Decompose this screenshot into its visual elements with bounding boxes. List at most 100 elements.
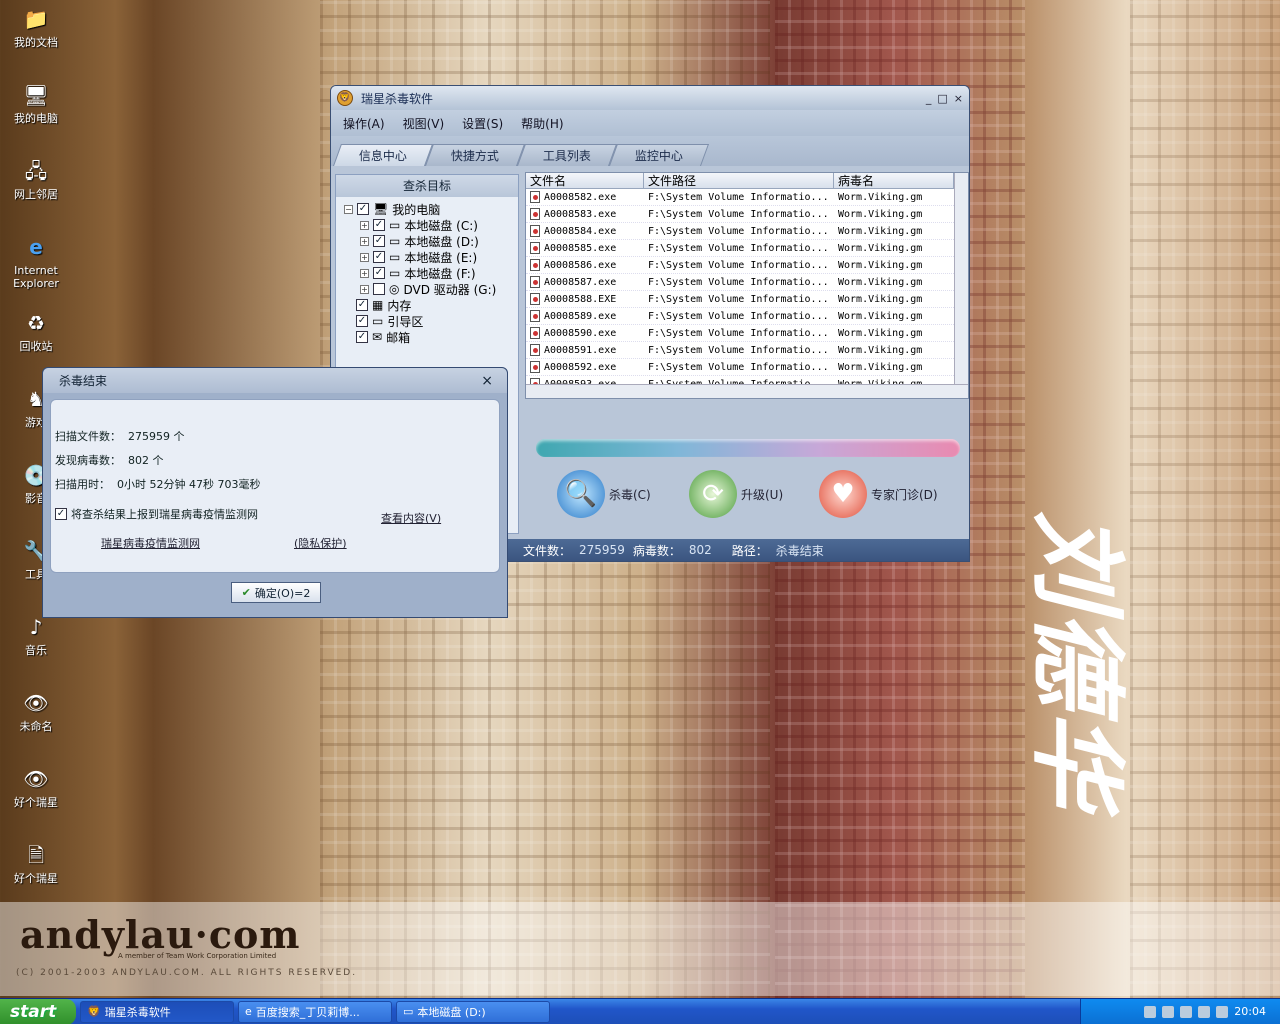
table-row[interactable]: A0008589.exe F:\System Volume Informatio.…	[526, 308, 968, 325]
table-row[interactable]: A0008588.EXE F:\System Volume Informatio.…	[526, 291, 968, 308]
dialog-title: 杀毒结束	[59, 374, 108, 388]
heart-hand-icon: ♥	[819, 470, 867, 518]
wallpaper-vertical-text: 刘德华	[1020, 510, 1133, 810]
menu-view[interactable]: 视图(V)	[403, 115, 445, 132]
dvd-icon: ◎	[389, 282, 400, 296]
expert-clinic-button[interactable]: ♥ 专家门诊(D)	[819, 470, 938, 518]
infected-file-icon	[530, 293, 540, 305]
desktop-icon-untitled[interactable]: 👁 未命名	[4, 688, 68, 734]
upgrade-button[interactable]: ⟳ 升级(U)	[689, 470, 783, 518]
desktop-icon-rising-2[interactable]: 🗎 好个瑞星	[4, 840, 68, 886]
taskbar-item-explorer[interactable]: ▭ 本地磁盘 (D:)	[396, 1000, 550, 1023]
taskbar-item-antivirus[interactable]: 🦁 瑞星杀毒软件	[80, 1000, 234, 1023]
table-row[interactable]: A0008590.exe F:\System Volume Informatio.…	[526, 325, 968, 342]
tree-node[interactable]: − ✓ 🖥 我的电脑	[344, 201, 518, 217]
checkbox[interactable]	[373, 283, 385, 295]
tray-network-icon[interactable]	[1144, 1005, 1157, 1018]
scan-button[interactable]: 🔍 杀毒(C)	[557, 470, 651, 518]
scan-path: 杀毒结束	[775, 543, 824, 558]
minimize-button[interactable]: _	[926, 92, 932, 105]
tree-node[interactable]: ✓ ✉ 邮箱	[344, 329, 518, 345]
scan-progress-bar	[536, 439, 960, 457]
column-header-virus[interactable]: 病毒名	[834, 173, 954, 188]
wallpaper-member-text: A member of Team Work Corporation Limite…	[118, 952, 277, 960]
table-row[interactable]: A0008585.exe F:\System Volume Informatio.…	[526, 240, 968, 257]
dialog-close-button[interactable]: ×	[481, 373, 493, 389]
desktop-icon-rising-1[interactable]: 👁 好个瑞星	[4, 764, 68, 810]
expand-icon[interactable]: +	[360, 284, 369, 294]
close-button[interactable]: ×	[954, 92, 963, 105]
view-content-link[interactable]: 查看内容(V)	[381, 510, 441, 526]
expand-icon[interactable]: +	[360, 252, 369, 262]
vertical-scrollbar[interactable]	[954, 173, 968, 385]
taskbar-item-browser[interactable]: e 百度搜索_丁贝莉博...	[238, 1000, 392, 1023]
tree-node[interactable]: ✓ ▭ 引导区	[344, 313, 518, 329]
menu-operation[interactable]: 操作(A)	[343, 115, 385, 132]
eye-bmp-icon: 👁	[23, 690, 49, 715]
dialog-titlebar[interactable]: 杀毒结束 ×	[43, 368, 507, 393]
infected-file-icon	[530, 208, 540, 220]
report-checkbox-row[interactable]: ✓ 将查杀结果上报到瑞星病毒疫情监测网	[55, 506, 258, 522]
column-header-path[interactable]: 文件路径	[644, 173, 834, 188]
menu-help[interactable]: 帮助(H)	[521, 115, 563, 132]
table-row[interactable]: A0008583.exe F:\System Volume Informatio.…	[526, 206, 968, 223]
infected-file-icon	[530, 344, 540, 356]
tray-qq-icon[interactable]	[1162, 1005, 1175, 1018]
scan-target-tree: − ✓ 🖥 我的电脑 + ✓ ▭ 本地磁盘 (C:) + ✓ ▭ 本地磁盘 (D:) + ✓ ▭ 本地磁…	[336, 197, 518, 345]
maximize-button[interactable]: □	[937, 92, 947, 105]
taskbar: start 🦁 瑞星杀毒软件 e 百度搜索_丁贝莉博... ▭ 本地磁盘 (D:) 2…	[0, 998, 1280, 1024]
checkbox[interactable]: ✓	[356, 299, 368, 311]
table-row[interactable]: A0008582.exe F:\System Volume Informatio.…	[526, 189, 968, 206]
checkmark-icon: ✔	[241, 586, 251, 599]
collapse-icon[interactable]: −	[344, 204, 353, 214]
table-row[interactable]: A0008586.exe F:\System Volume Informatio.…	[526, 257, 968, 274]
desktop-icon-ie[interactable]: e Internet Explorer	[4, 232, 68, 291]
table-row[interactable]: A0008591.exe F:\System Volume Informatio.…	[526, 342, 968, 359]
tree-node[interactable]: + ✓ ▭ 本地磁盘 (D:)	[344, 233, 518, 249]
window-titlebar[interactable]: 🦁 瑞星杀毒软件 _ □ ×	[331, 86, 969, 110]
report-checkbox[interactable]: ✓	[55, 508, 67, 520]
checkbox[interactable]: ✓	[373, 235, 385, 247]
tab-info-center[interactable]: 信息中心	[332, 144, 434, 166]
tab-shortcuts[interactable]: 快捷方式	[424, 144, 526, 166]
desktop-icon-my-documents[interactable]: 📁 我的文档	[4, 4, 68, 50]
expand-icon[interactable]: +	[360, 236, 369, 246]
privacy-link[interactable]: (隐私保护)	[294, 535, 347, 551]
checkbox[interactable]: ✓	[373, 251, 385, 263]
table-row[interactable]: A0008587.exe F:\System Volume Informatio.…	[526, 274, 968, 291]
horizontal-scrollbar[interactable]	[526, 384, 968, 398]
tree-node[interactable]: + ✓ ▭ 本地磁盘 (C:)	[344, 217, 518, 233]
checkbox[interactable]: ✓	[357, 203, 369, 215]
expand-icon[interactable]: +	[360, 220, 369, 230]
tray-volume-icon[interactable]	[1198, 1005, 1211, 1018]
expand-icon[interactable]: +	[360, 268, 369, 278]
tree-node[interactable]: + ✓ ▭ 本地磁盘 (E:)	[344, 249, 518, 265]
table-row[interactable]: A0008592.exe F:\System Volume Informatio.…	[526, 359, 968, 376]
ok-button[interactable]: ✔ 确定(O)=2	[231, 582, 321, 603]
tab-monitor-center[interactable]: 监控中心	[608, 144, 710, 166]
tree-node[interactable]: + ◎ DVD 驱动器 (G:)	[344, 281, 518, 297]
table-row[interactable]: A0008584.exe F:\System Volume Informatio.…	[526, 223, 968, 240]
tab-tool-list[interactable]: 工具列表	[516, 144, 618, 166]
tree-node[interactable]: ✓ ▦ 内存	[344, 297, 518, 313]
checkbox[interactable]: ✓	[373, 267, 385, 279]
checkbox[interactable]: ✓	[356, 315, 368, 327]
checkbox[interactable]: ✓	[373, 219, 385, 231]
folder-icon: 📁	[23, 6, 49, 31]
tree-node[interactable]: + ✓ ▭ 本地磁盘 (F:)	[344, 265, 518, 281]
wallpaper-shirt-far-right	[1130, 0, 1280, 998]
clock[interactable]: 20:04	[1234, 1005, 1266, 1018]
menu-settings[interactable]: 设置(S)	[462, 115, 503, 132]
desktop-icon-music[interactable]: ♪ 音乐	[4, 612, 68, 658]
monitor-network-link[interactable]: 瑞星病毒疫情监测网	[101, 535, 200, 551]
tray-ime-icon[interactable]	[1216, 1005, 1229, 1018]
desktop-icon-network[interactable]: 🖧 网上邻居	[4, 156, 68, 202]
desktop-icon-recycle-bin[interactable]: ♻ 回收站	[4, 308, 68, 354]
computer-icon: 🖥	[23, 82, 49, 107]
checkbox[interactable]: ✓	[356, 331, 368, 343]
column-header-filename[interactable]: 文件名	[526, 173, 644, 188]
eye-bmp-icon: 👁	[23, 766, 49, 791]
start-button[interactable]: start	[0, 998, 76, 1024]
tray-rising-icon[interactable]	[1180, 1005, 1193, 1018]
desktop-icon-my-computer[interactable]: 🖥 我的电脑	[4, 80, 68, 126]
